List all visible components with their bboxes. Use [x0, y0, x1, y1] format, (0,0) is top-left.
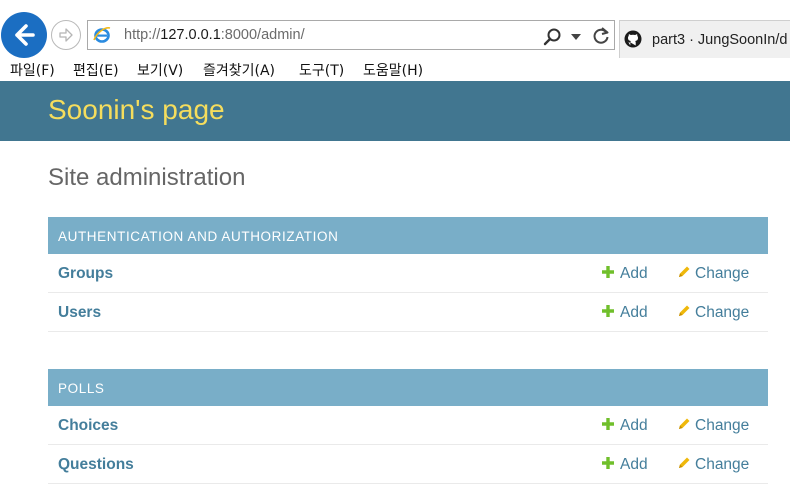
github-icon [624, 30, 642, 48]
back-button[interactable] [1, 12, 47, 58]
site-brand[interactable]: Soonin's page [48, 94, 225, 126]
add-users-link[interactable]: Add [601, 304, 648, 322]
internet-explorer-icon [93, 27, 111, 43]
refresh-icon[interactable] [591, 26, 611, 46]
site-header: Soonin's page [0, 81, 790, 141]
plus-icon [602, 418, 614, 430]
search-icon[interactable] [543, 27, 563, 47]
add-label: Add [620, 417, 648, 434]
module-caption[interactable]: POLLS [48, 369, 768, 406]
pencil-icon [679, 305, 690, 316]
change-label: Change [695, 417, 750, 434]
add-label: Add [620, 456, 648, 473]
add-questions-link[interactable]: Add [601, 456, 648, 474]
url-host: 127.0.0.1 [160, 27, 221, 43]
module-caption[interactable]: AUTHENTICATION AND AUTHORIZATION [48, 217, 768, 254]
menu-favorites[interactable]: 즐겨찾기(A) [203, 60, 275, 80]
url-prefix: http:// [124, 27, 161, 43]
change-label: Change [695, 456, 750, 473]
arrow-left-icon [15, 24, 35, 46]
browser-chrome: http://127.0.0.1:8000/admin/ part3 · Jun… [0, 0, 790, 81]
model-link-users[interactable]: Users [58, 304, 101, 322]
pencil-icon [679, 457, 690, 468]
add-label: Add [620, 304, 648, 321]
module-polls: POLLS Choices Add Change Questions Add C… [48, 369, 768, 484]
menu-help[interactable]: 도움말(H) [363, 60, 423, 80]
plus-icon [602, 457, 614, 469]
url-text[interactable]: http://127.0.0.1:8000/admin/ [124, 27, 305, 43]
menu-edit[interactable]: 편집(E) [73, 60, 119, 80]
module-auth: AUTHENTICATION AND AUTHORIZATION Groups … [48, 217, 768, 332]
address-bar[interactable]: http://127.0.0.1:8000/admin/ [87, 20, 615, 50]
change-users-link[interactable]: Change [677, 304, 749, 322]
change-questions-link[interactable]: Change [677, 456, 749, 474]
add-choices-link[interactable]: Add [601, 417, 648, 435]
pencil-icon [679, 418, 690, 429]
menu-file[interactable]: 파일(F) [10, 60, 55, 80]
change-label: Change [695, 265, 750, 282]
model-link-choices[interactable]: Choices [58, 417, 118, 435]
change-groups-link[interactable]: Change [677, 265, 749, 283]
menu-tools[interactable]: 도구(T) [299, 60, 344, 80]
forward-button[interactable] [51, 20, 81, 50]
browser-tab[interactable]: part3 · JungSoonIn/d [619, 20, 790, 58]
change-label: Change [695, 304, 750, 321]
chevron-down-icon[interactable] [571, 34, 581, 40]
model-row-questions: Questions Add Change [48, 445, 768, 484]
pencil-icon [679, 266, 690, 277]
menu-view[interactable]: 보기(V) [137, 60, 183, 80]
tab-title: part3 · JungSoonIn/d [652, 32, 788, 48]
model-row-choices: Choices Add Change [48, 406, 768, 445]
model-row-users: Users Add Change [48, 293, 768, 332]
change-choices-link[interactable]: Change [677, 417, 749, 435]
add-groups-link[interactable]: Add [601, 265, 648, 283]
model-link-questions[interactable]: Questions [58, 456, 134, 474]
model-link-groups[interactable]: Groups [58, 265, 113, 283]
plus-icon [602, 305, 614, 317]
menu-bar: 파일(F) 편집(E) 보기(V) 즐겨찾기(A) 도구(T) 도움말(H) [0, 58, 790, 81]
plus-icon [602, 266, 614, 278]
add-label: Add [620, 265, 648, 282]
arrow-right-icon [59, 28, 73, 42]
url-rest: :8000/admin/ [220, 27, 305, 43]
page-title: Site administration [48, 164, 246, 191]
model-row-groups: Groups Add Change [48, 254, 768, 293]
